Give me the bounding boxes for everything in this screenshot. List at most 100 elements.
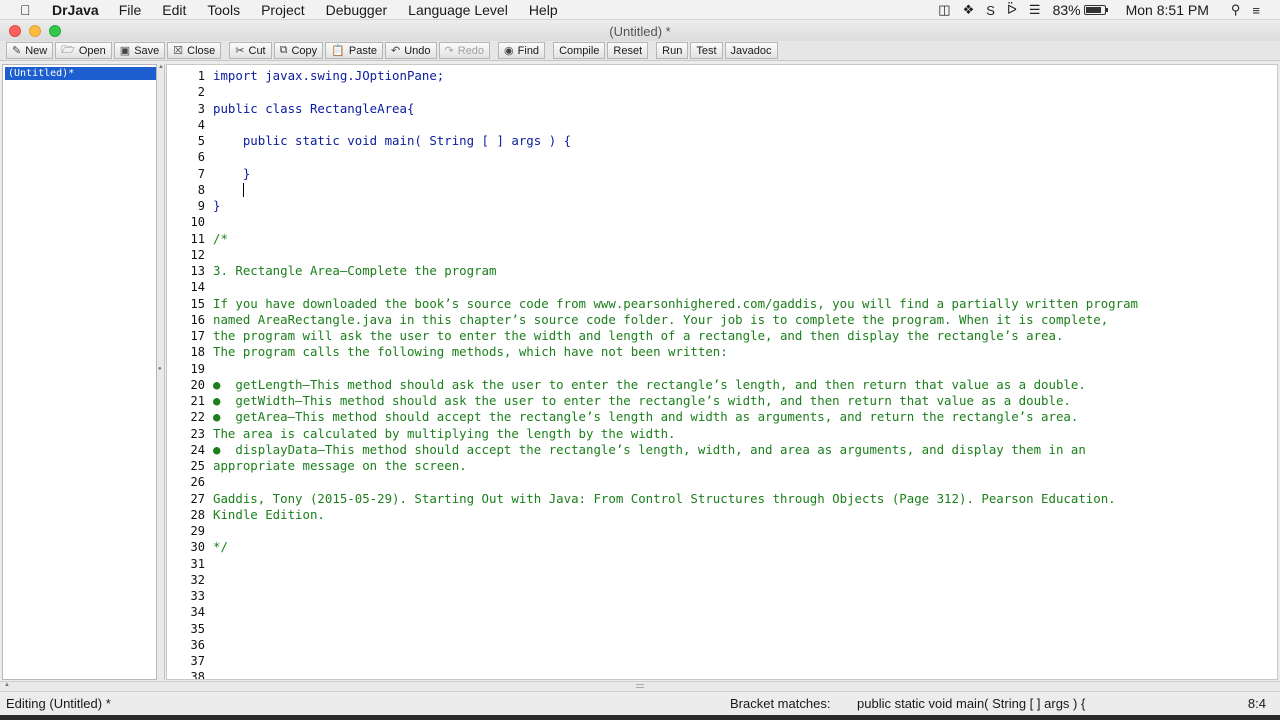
close-window-button[interactable]: [9, 25, 21, 37]
open-folder-icon: 🗁: [61, 44, 75, 56]
code-line[interactable]: 3. Rectangle Area—Complete the program: [213, 263, 496, 279]
document-list-scrollbar[interactable]: ▲ ●: [157, 64, 165, 680]
line-number-gutter: 1 2 3 4 5 6 7 8 9 10 11 12 13 14 15 16 17 18 19 20 21 22 23 24 2…: [167, 65, 209, 679]
line-number: 7: [197, 166, 205, 181]
code-line[interactable]: appropriate message on the screen.: [213, 458, 467, 474]
line-number: 17: [190, 329, 205, 343]
line-number: 4: [197, 117, 205, 132]
line-number: 16: [190, 312, 205, 327]
scroll-left-icon[interactable]: ▲: [4, 682, 10, 688]
code-line[interactable]: ● getLength—This method should ask the u…: [213, 377, 1086, 393]
line-number: 21: [190, 394, 205, 408]
code-line[interactable]: the program will ask the user to enter t…: [213, 328, 1063, 344]
code-line[interactable]: public class RectangleArea{: [213, 101, 414, 117]
line-number: 8: [197, 182, 205, 197]
line-number: 26: [190, 475, 205, 490]
code-line[interactable]: The area is calculated by multiplying th…: [213, 426, 676, 442]
menu-bar:  DrJava File Edit Tools Project Debugge…: [0, 0, 1280, 20]
menu-project[interactable]: Project: [261, 2, 305, 18]
copy-icon: ⧉: [279, 44, 288, 56]
code-line[interactable]: ● displayData—This method should accept …: [213, 442, 1086, 458]
cut-button[interactable]: ✂ Cut: [229, 42, 272, 59]
document-list[interactable]: (Untitled)*: [2, 64, 157, 680]
code-line[interactable]: ● getWidth—This method should ask the us…: [213, 393, 1071, 409]
cursor-position: 8:4: [1247, 696, 1266, 711]
save-icon: ▣: [119, 45, 131, 57]
bracket-matches-value: public static void main( String [ ] args…: [857, 696, 1086, 711]
line-number: 24: [190, 442, 205, 457]
line-number: 1: [197, 69, 205, 83]
list-icon[interactable]: ≡: [1252, 3, 1260, 18]
dropbox-icon[interactable]: ❖: [963, 2, 975, 18]
camera-icon[interactable]: ◫: [938, 2, 950, 18]
code-line[interactable]: */: [213, 539, 228, 555]
redo-button[interactable]: ↷ Redo: [438, 42, 491, 59]
zoom-window-button[interactable]: [49, 25, 61, 37]
menu-debugger[interactable]: Debugger: [326, 2, 388, 18]
code-line[interactable]: import javax.swing.JOptionPane;: [213, 68, 444, 84]
copy-button[interactable]: ⧉ Copy: [273, 42, 324, 59]
search-icon[interactable]: ⚲: [1231, 2, 1241, 18]
line-number: 20: [190, 377, 205, 392]
split-grip-icon[interactable]: ●: [158, 366, 162, 372]
menu-language-level[interactable]: Language Level: [408, 2, 508, 18]
clock[interactable]: Mon 8:51 PM: [1126, 2, 1209, 18]
bracket-matches-label: Bracket matches:: [730, 696, 831, 711]
reset-button[interactable]: Reset: [607, 42, 649, 59]
code-line[interactable]: named AreaRectangle.java in this chapter…: [213, 312, 1108, 328]
line-number: 22: [190, 410, 205, 425]
code-line[interactable]: }: [213, 166, 250, 182]
app-menu[interactable]: DrJava: [52, 2, 99, 18]
code-line[interactable]: Gaddis, Tony (2015-05-29). Starting Out …: [213, 491, 1116, 507]
document-list-item[interactable]: (Untitled)*: [5, 67, 156, 80]
line-number: 13: [190, 264, 205, 278]
line-number: 36: [190, 637, 205, 652]
scroll-up-icon[interactable]: ▲: [158, 64, 164, 70]
code-line[interactable]: public static void main( String [ ] args…: [213, 133, 571, 149]
code-line[interactable]: The program calls the following methods,…: [213, 344, 728, 360]
horizontal-scrollbar[interactable]: ▲: [0, 681, 1280, 690]
apple-icon[interactable]: : [20, 2, 38, 18]
paste-button[interactable]: 📋 Paste: [325, 42, 384, 59]
find-button[interactable]: ◉ Find: [498, 42, 546, 59]
scissors-icon: ✂: [235, 45, 245, 57]
test-button[interactable]: Test: [690, 42, 723, 59]
window-title: (Untitled) *: [609, 23, 671, 39]
open-button[interactable]: 🗁 Open: [55, 42, 112, 59]
close-button[interactable]: ☒ Close: [167, 42, 222, 59]
close-file-icon: ☒: [173, 45, 184, 57]
battery-icon[interactable]: [1083, 5, 1108, 15]
split-handle[interactable]: [636, 684, 644, 688]
clipboard-icon: 📋: [331, 45, 345, 57]
undo-icon: ↶: [391, 45, 401, 57]
undo-button[interactable]: ↶ Undo: [385, 42, 437, 59]
code-line[interactable]: Kindle Edition.: [213, 507, 325, 523]
code-line[interactable]: /*: [213, 231, 228, 247]
line-number: 37: [190, 654, 205, 668]
new-button[interactable]: ✎ New: [6, 42, 54, 59]
javadoc-button[interactable]: Javadoc: [724, 42, 778, 59]
menu-edit[interactable]: Edit: [162, 2, 186, 18]
line-number: 29: [190, 524, 205, 538]
code-line[interactable]: If you have downloaded the book’s source…: [213, 296, 1138, 312]
code-editor[interactable]: 1 2 3 4 5 6 7 8 9 10 11 12 13 14 15 16 17 18 19 20 21 22 23 24 2…: [166, 64, 1278, 680]
code-line[interactable]: }: [213, 198, 220, 214]
skype-icon[interactable]: S: [986, 3, 995, 18]
line-number: 10: [190, 215, 205, 230]
compile-button[interactable]: Compile: [553, 42, 606, 59]
line-number: 33: [190, 589, 205, 603]
menu-help[interactable]: Help: [529, 2, 558, 18]
dock-strip: [0, 715, 1280, 720]
run-button[interactable]: Run: [656, 42, 689, 59]
save-button[interactable]: ▣ Save: [113, 42, 166, 59]
new-file-icon: ✎: [12, 45, 22, 57]
line-number: 2: [197, 85, 205, 100]
wifi-icon[interactable]: ☰: [1029, 2, 1041, 18]
menu-file[interactable]: File: [119, 2, 142, 18]
menu-tools[interactable]: Tools: [207, 2, 240, 18]
code-line[interactable]: ● getArea—This method should accept the …: [213, 409, 1078, 425]
bluetooth-icon[interactable]: ᐇ: [1007, 2, 1017, 18]
window-title-bar: (Untitled) *: [0, 21, 1280, 41]
line-number: 18: [190, 345, 205, 360]
minimize-window-button[interactable]: [29, 25, 41, 37]
